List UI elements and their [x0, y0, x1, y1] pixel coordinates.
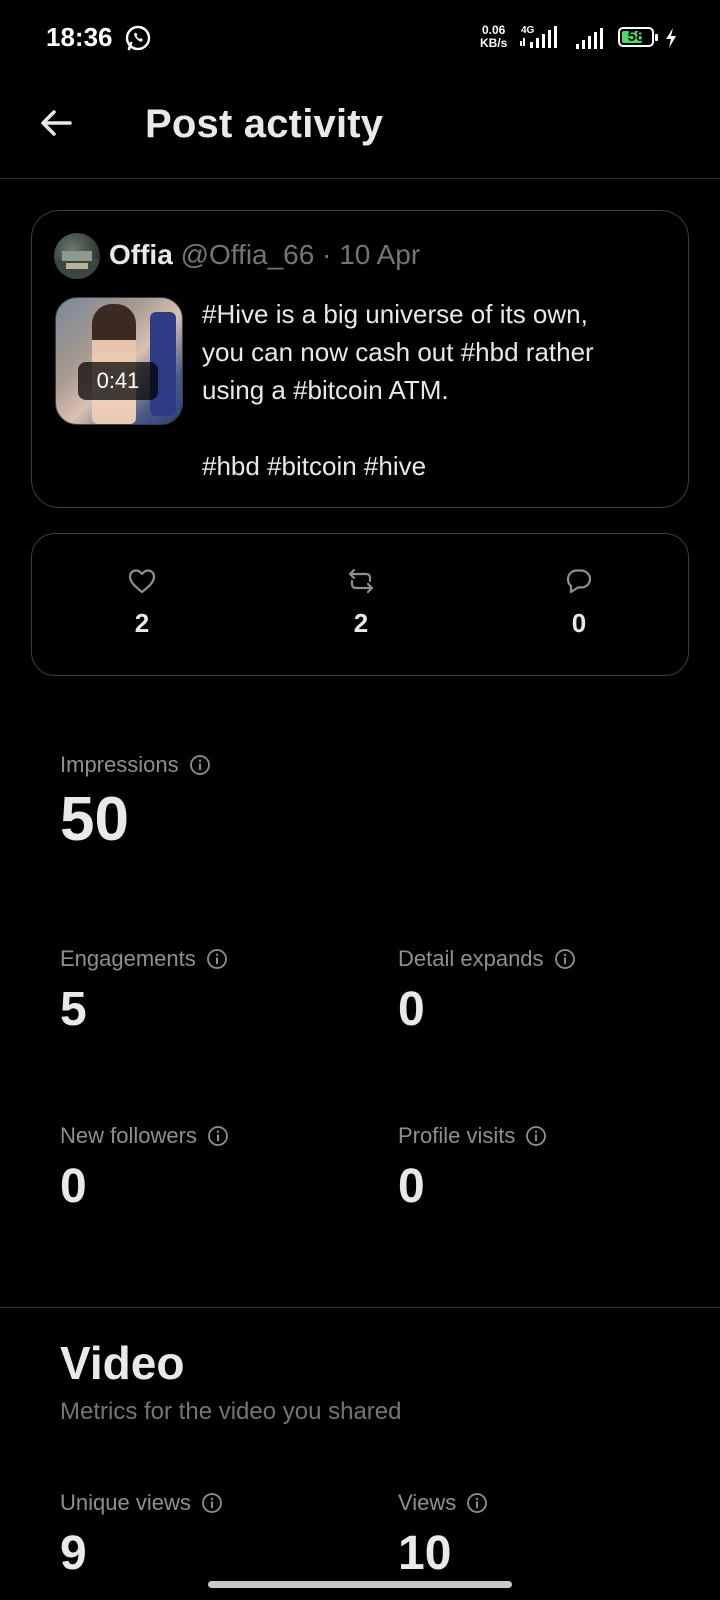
author-name[interactable]: Offia: [109, 239, 173, 270]
engagements-value: 5: [60, 983, 87, 1036]
impressions-label: Impressions: [60, 752, 179, 777]
impressions-value: 50: [60, 785, 129, 854]
post-author-line: Offia @Offia_66 · 10 Apr: [109, 239, 420, 271]
info-icon[interactable]: [525, 1125, 547, 1147]
avatar-image: [54, 251, 100, 279]
info-icon[interactable]: [206, 948, 228, 970]
signal-icon: [576, 28, 603, 49]
profile-visits-label-row: Profile visits: [398, 1123, 547, 1149]
new-followers-value: 0: [60, 1160, 87, 1213]
engagements-label-row: Engagements: [60, 946, 228, 972]
replies-stat[interactable]: 0: [539, 566, 619, 639]
unique-views-label-row: Unique views: [60, 1490, 223, 1516]
new-followers-label: New followers: [60, 1123, 197, 1148]
info-icon[interactable]: [554, 948, 576, 970]
info-icon[interactable]: [466, 1492, 488, 1514]
network-speed-unit: KB/s: [480, 36, 508, 50]
detail-expands-label: Detail expands: [398, 946, 544, 971]
reposts-count: 2: [353, 608, 369, 638]
views-label: Views: [398, 1490, 457, 1515]
views-metric: Views 10: [398, 1490, 488, 1581]
post-card[interactable]: Offia @Offia_66 · 10 Apr 0:41 #Hive is a…: [31, 210, 689, 508]
battery-icon: 58: [618, 27, 658, 47]
video-duration-badge: 0:41: [78, 362, 158, 400]
post-text: #Hive is a big universe of its own, you …: [202, 299, 594, 481]
heart-icon: [128, 569, 156, 594]
reposts-stat[interactable]: 2: [321, 566, 401, 639]
charging-icon: [666, 28, 676, 48]
unique-views-value: 9: [60, 1527, 87, 1580]
impressions-label-row: Impressions: [60, 752, 211, 778]
avatar[interactable]: [54, 233, 100, 279]
detail-expands-label-row: Detail expands: [398, 946, 576, 972]
repost-icon: [348, 568, 374, 594]
detail-expands-value: 0: [398, 983, 425, 1036]
likes-stat[interactable]: 2: [102, 566, 182, 639]
likes-count: 2: [134, 608, 150, 638]
video-section-subtitle: Metrics for the video you shared: [60, 1398, 402, 1425]
info-icon[interactable]: [201, 1492, 223, 1514]
profile-visits-value: 0: [398, 1160, 425, 1213]
home-indicator[interactable]: [208, 1581, 512, 1588]
unique-views-metric: Unique views 9: [60, 1490, 223, 1581]
engagements-metric: Engagements 5: [60, 946, 228, 1037]
whatsapp-icon: [125, 25, 151, 51]
page-header: Post activity: [0, 80, 720, 179]
battery-tip: [655, 34, 658, 41]
views-label-row: Views: [398, 1490, 488, 1516]
network-type: 4G: [521, 25, 535, 36]
reply-icon: [566, 569, 592, 594]
section-divider: [0, 1307, 720, 1308]
video-thumbnail[interactable]: 0:41: [55, 297, 183, 425]
engagement-card: 2 2 0: [31, 533, 689, 676]
detail-expands-metric: Detail expands 0: [398, 946, 576, 1037]
impressions-metric: Impressions 50: [60, 752, 211, 855]
views-value: 10: [398, 1527, 452, 1580]
profile-visits-metric: Profile visits 0: [398, 1123, 547, 1214]
replies-count: 0: [571, 608, 587, 638]
info-icon[interactable]: [207, 1125, 229, 1147]
new-followers-metric: New followers 0: [60, 1123, 229, 1214]
author-meta: @Offia_66 · 10 Apr: [180, 239, 421, 270]
unique-views-label: Unique views: [60, 1490, 191, 1515]
info-icon[interactable]: [189, 754, 211, 776]
page-title: Post activity: [145, 102, 384, 146]
new-followers-label-row: New followers: [60, 1123, 229, 1149]
battery-level: 58: [627, 28, 645, 45]
arrow-left-icon[interactable]: [36, 103, 76, 143]
video-section-title: Video: [60, 1337, 185, 1389]
status-time: 18:36: [46, 22, 113, 52]
status-bar: 18:36 0.06 KB/s 4G 58: [0, 0, 720, 80]
signal-4g-icon: 4G: [520, 25, 557, 48]
engagements-label: Engagements: [60, 946, 196, 971]
profile-visits-label: Profile visits: [398, 1123, 516, 1148]
network-speed: 0.06 KB/s: [480, 24, 507, 50]
